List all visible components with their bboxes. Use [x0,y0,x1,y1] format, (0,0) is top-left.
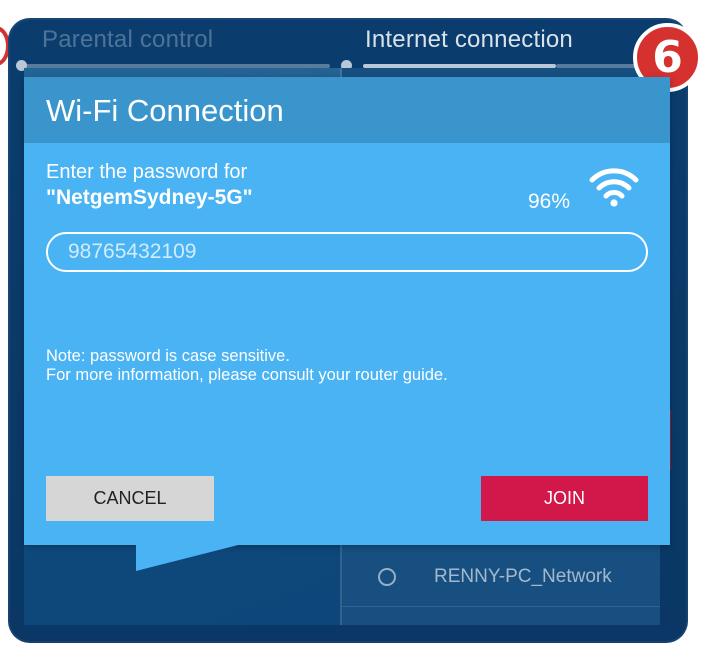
dialog-pointer-tail [136,543,246,571]
step-internet-connection: Internet connection [365,26,573,53]
password-prompt: Enter the password for [46,161,248,183]
wifi-icon [589,168,639,207]
cancel-button[interactable]: CANCEL [46,476,214,521]
step-parental-control: Parental control [42,26,214,53]
network-ssid: "NetgemSydney-5G" [46,186,253,209]
signal-strength: 96% [528,190,571,213]
dialog-title: Wi-Fi Connection [46,93,284,128]
password-note: Note: password is case sensitive. For mo… [46,347,448,385]
radio-button-icon[interactable] [378,568,396,586]
dialog-header: Wi-Fi Connection [24,77,670,143]
password-input[interactable] [46,232,648,272]
wifi-connection-dialog: Wi-Fi Connection Enter the password for … [24,77,670,571]
note-case-sensitive: Note: password is case sensitive. [46,347,290,365]
network-name: RENNY-PC_Network [434,566,612,587]
join-button[interactable]: JOIN [481,476,648,521]
note-router-guide: For more information, please consult you… [46,366,448,384]
network-list-item[interactable]: RENNY-PC_Network [342,550,660,607]
